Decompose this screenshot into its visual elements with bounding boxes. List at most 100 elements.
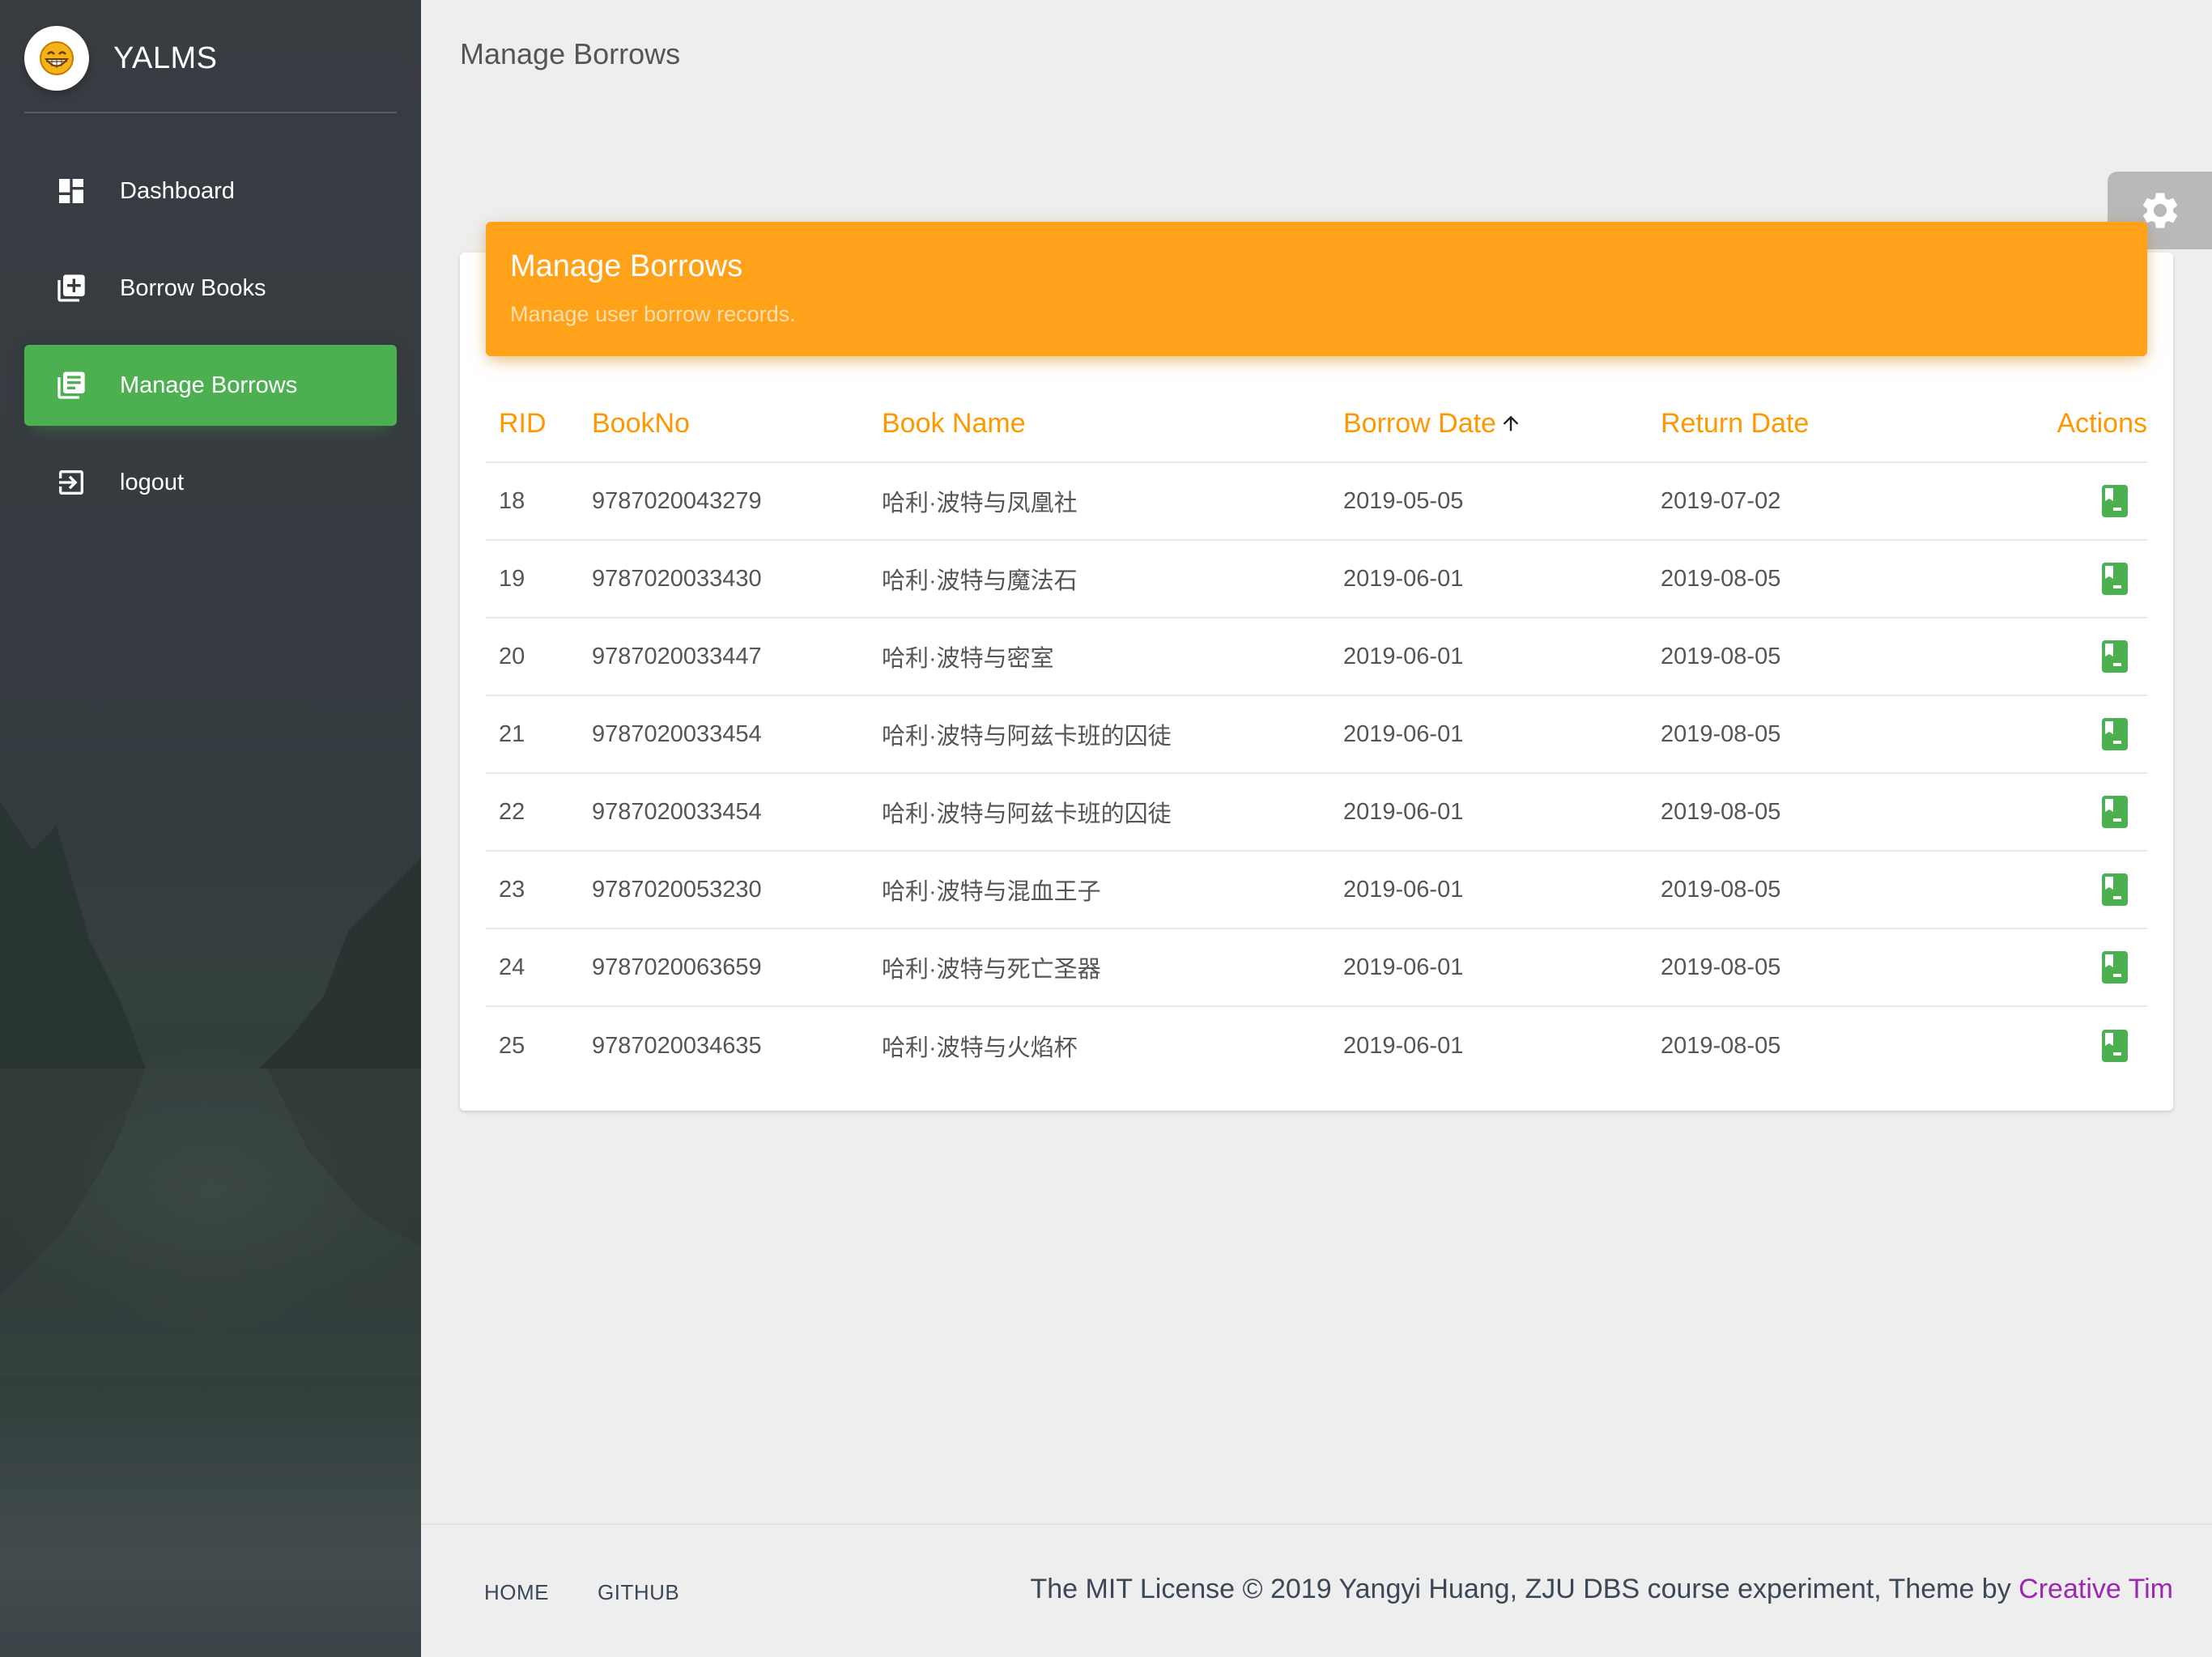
sidebar: YALMS Dashboard Borrow Books Manage Borr… bbox=[0, 0, 421, 1657]
table-body: 18 9787020043279 哈利·波特与凤凰社 2019-05-05 2019-0… bbox=[486, 463, 2147, 1085]
column-header-rid[interactable]: RID bbox=[486, 408, 592, 440]
footer-link-github[interactable]: GITHUB bbox=[598, 1580, 679, 1605]
cell-borrow-date: 2019-06-01 bbox=[1343, 954, 1464, 980]
table-row: 24 9787020063659 哈利·波特与死亡圣器 2019-06-01 2019-… bbox=[486, 929, 2147, 1007]
cell-actions bbox=[1968, 561, 2147, 597]
cell-rid: 24 bbox=[499, 954, 525, 980]
cell-actions bbox=[1968, 1028, 2147, 1064]
cell-return-date: 2019-08-05 bbox=[1661, 565, 1781, 592]
cell-bookno: 9787020033454 bbox=[592, 720, 762, 747]
sidebar-item-borrow-books[interactable]: Borrow Books bbox=[24, 248, 397, 329]
arrow-upward-icon bbox=[1503, 415, 1519, 431]
cell-book-name: 哈利·波特与阿兹卡班的囚徒 bbox=[882, 724, 1172, 750]
cell-rid: 22 bbox=[499, 798, 525, 825]
dashboard-icon bbox=[53, 173, 89, 209]
copyright-text: The MIT License © 2019 Yangyi Huang, ZJU… bbox=[1030, 1574, 2019, 1604]
return-book-button[interactable] bbox=[2099, 950, 2131, 985]
return-book-button[interactable] bbox=[2099, 639, 2131, 674]
book-return-icon bbox=[2102, 1030, 2128, 1062]
cell-actions bbox=[1968, 483, 2147, 519]
cell-book-name: 哈利·波特与魔法石 bbox=[882, 568, 1078, 594]
page-title: Manage Borrows bbox=[460, 37, 681, 70]
sidebar-item-label: logout bbox=[120, 469, 185, 495]
book-return-icon bbox=[2102, 640, 2128, 673]
cell-borrow-date: 2019-06-01 bbox=[1343, 798, 1464, 825]
table-row: 18 9787020043279 哈利·波特与凤凰社 2019-05-05 2019-0… bbox=[486, 463, 2147, 541]
cell-actions bbox=[1968, 639, 2147, 674]
return-book-button[interactable] bbox=[2099, 1028, 2131, 1064]
brand[interactable]: YALMS bbox=[24, 23, 397, 94]
book-return-icon bbox=[2102, 951, 2128, 984]
cell-borrow-date: 2019-06-01 bbox=[1343, 1032, 1464, 1059]
return-book-button[interactable] bbox=[2099, 561, 2131, 597]
cell-return-date: 2019-07-02 bbox=[1661, 487, 1781, 514]
cell-borrow-date: 2019-06-01 bbox=[1343, 876, 1464, 903]
card-header: Manage Borrows Manage user borrow record… bbox=[486, 222, 2147, 356]
table-row: 23 9787020053230 哈利·波特与混血王子 2019-06-01 2019-… bbox=[486, 852, 2147, 929]
cell-bookno: 9787020033430 bbox=[592, 565, 762, 592]
sidebar-divider bbox=[24, 112, 397, 113]
table-header: RID BookNo Book Name Borrow Date Return … bbox=[486, 385, 2147, 463]
cell-return-date: 2019-08-05 bbox=[1661, 798, 1781, 825]
cell-rid: 19 bbox=[499, 565, 525, 592]
cell-borrow-date: 2019-06-01 bbox=[1343, 565, 1464, 592]
cell-return-date: 2019-08-05 bbox=[1661, 720, 1781, 747]
column-header-borrow-date[interactable]: Borrow Date bbox=[1343, 408, 1661, 440]
brand-logo-icon bbox=[24, 26, 89, 91]
table-row: 19 9787020033430 哈利·波特与魔法石 2019-06-01 2019-0… bbox=[486, 541, 2147, 618]
theme-credit-link[interactable]: Creative Tim bbox=[2018, 1574, 2173, 1604]
cell-bookno: 9787020053230 bbox=[592, 876, 762, 903]
cell-borrow-date: 2019-06-01 bbox=[1343, 720, 1464, 747]
cell-book-name: 哈利·波特与混血王子 bbox=[882, 879, 1101, 905]
cell-book-name: 哈利·波特与火焰杯 bbox=[882, 1035, 1078, 1061]
footer-nav: HOME GITHUB bbox=[484, 1580, 728, 1605]
sidebar-item-manage-borrows[interactable]: Manage Borrows bbox=[24, 345, 397, 426]
cell-actions bbox=[1968, 716, 2147, 752]
cell-actions bbox=[1968, 872, 2147, 907]
sidebar-item-label: Manage Borrows bbox=[120, 372, 298, 398]
cell-return-date: 2019-08-05 bbox=[1661, 876, 1781, 903]
cell-book-name: 哈利·波特与密室 bbox=[882, 646, 1054, 672]
library-books-icon bbox=[53, 368, 89, 403]
book-return-icon bbox=[2102, 718, 2128, 750]
cell-rid: 18 bbox=[499, 487, 525, 514]
table-row: 25 9787020034635 哈利·波特与火焰杯 2019-06-01 2019-0… bbox=[486, 1007, 2147, 1085]
return-book-button[interactable] bbox=[2099, 872, 2131, 907]
sidebar-item-logout[interactable]: logout bbox=[24, 442, 397, 523]
cell-borrow-date: 2019-05-05 bbox=[1343, 487, 1464, 514]
cell-bookno: 9787020033454 bbox=[592, 798, 762, 825]
column-header-return-date[interactable]: Return Date bbox=[1661, 408, 1968, 440]
cell-book-name: 哈利·波特与死亡圣器 bbox=[882, 957, 1101, 983]
book-return-icon bbox=[2102, 873, 2128, 906]
cell-rid: 23 bbox=[499, 876, 525, 903]
cell-actions bbox=[1968, 794, 2147, 830]
book-return-icon bbox=[2102, 796, 2128, 828]
card-title: Manage Borrows bbox=[510, 249, 743, 283]
sidebar-item-label: Dashboard bbox=[120, 177, 235, 204]
cell-borrow-date: 2019-06-01 bbox=[1343, 643, 1464, 669]
return-book-button[interactable] bbox=[2099, 716, 2131, 752]
table-row: 20 9787020033447 哈利·波特与密室 2019-06-01 2019-08… bbox=[486, 618, 2147, 696]
book-return-icon bbox=[2102, 485, 2128, 517]
return-book-button[interactable] bbox=[2099, 483, 2131, 519]
cell-return-date: 2019-08-05 bbox=[1661, 954, 1781, 980]
cell-bookno: 9787020033447 bbox=[592, 643, 762, 669]
sidebar-item-dashboard[interactable]: Dashboard bbox=[24, 151, 397, 232]
cell-rid: 20 bbox=[499, 643, 525, 669]
cell-return-date: 2019-08-05 bbox=[1661, 1032, 1781, 1059]
column-header-book-name[interactable]: Book Name bbox=[882, 408, 1343, 440]
return-book-button[interactable] bbox=[2099, 794, 2131, 830]
cell-bookno: 9787020063659 bbox=[592, 954, 762, 980]
table-row: 22 9787020033454 哈利·波特与阿兹卡班的囚徒 2019-06-01 20… bbox=[486, 774, 2147, 852]
column-header-bookno[interactable]: BookNo bbox=[592, 408, 882, 440]
sidebar-nav: Dashboard Borrow Books Manage Borrows lo… bbox=[24, 151, 397, 539]
cell-book-name: 哈利·波特与阿兹卡班的囚徒 bbox=[882, 801, 1172, 827]
column-header-actions: Actions bbox=[2057, 407, 2148, 439]
exit-to-app-icon bbox=[53, 465, 89, 500]
cell-actions bbox=[1968, 950, 2147, 985]
brand-name: YALMS bbox=[113, 40, 218, 75]
cell-bookno: 9787020034635 bbox=[592, 1032, 762, 1059]
library-add-icon bbox=[53, 270, 89, 306]
footer-copyright: The MIT License © 2019 Yangyi Huang, ZJU… bbox=[1030, 1574, 2173, 1605]
footer-link-home[interactable]: HOME bbox=[484, 1580, 549, 1605]
